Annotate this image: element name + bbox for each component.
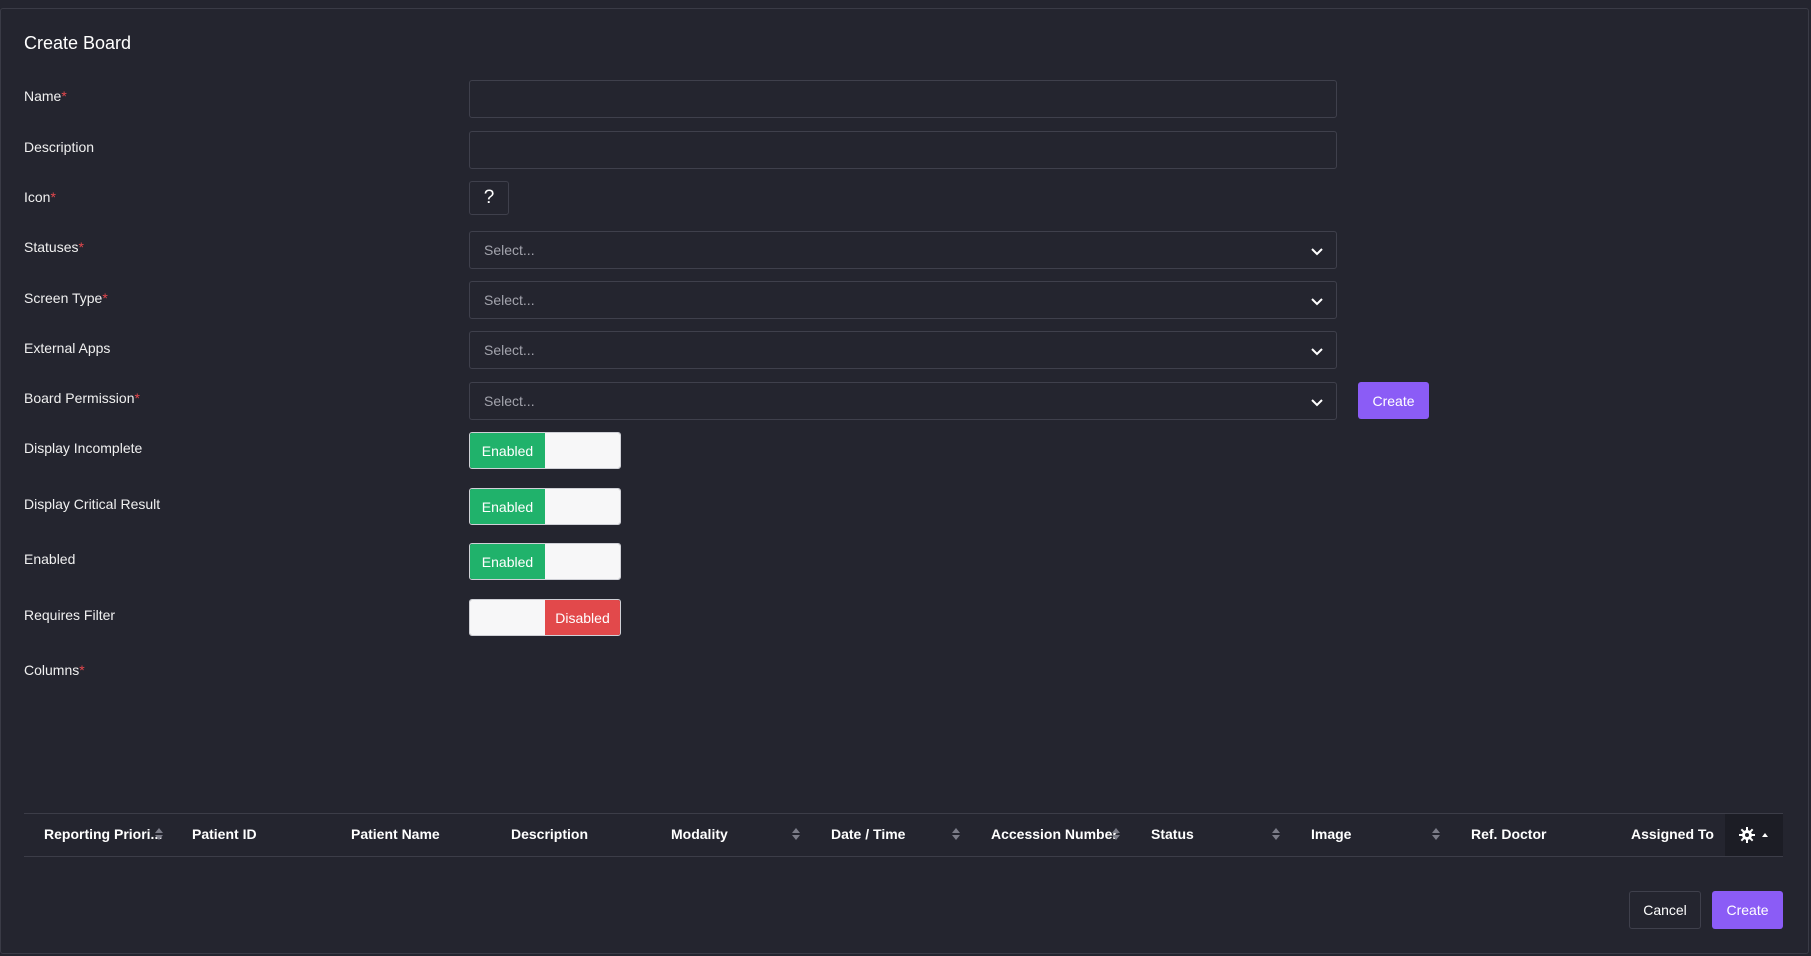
column-header[interactable]: Accession Number <box>991 826 1118 842</box>
board-permission-select[interactable]: Select... <box>469 382 1337 420</box>
toggle-state: Enabled <box>470 489 545 524</box>
cancel-button[interactable]: Cancel <box>1629 891 1701 929</box>
column-header[interactable]: Reporting Priori... <box>44 826 162 842</box>
screen-type-placeholder: Select... <box>484 292 535 308</box>
caret-up-icon <box>1762 833 1768 837</box>
column-header[interactable]: Patient ID <box>192 826 257 842</box>
requires-filter-toggle[interactable]: Disabled <box>469 599 621 636</box>
columns-label: Columns* <box>24 662 85 678</box>
toggle-knob <box>545 489 620 524</box>
screen-type-label: Screen Type* <box>24 290 108 306</box>
sort-icon[interactable] <box>1271 827 1281 841</box>
name-label: Name* <box>24 88 67 104</box>
chevron-down-icon <box>1311 298 1323 306</box>
sort-icon[interactable] <box>154 827 164 841</box>
display-incomplete-label: Display Incomplete <box>24 440 143 456</box>
chevron-down-icon <box>1311 348 1323 356</box>
column-header[interactable]: Ref. Doctor <box>1471 826 1546 842</box>
screen-type-select[interactable]: Select... <box>469 281 1337 319</box>
display-critical-result-toggle[interactable]: Enabled <box>469 488 621 525</box>
sort-icon[interactable] <box>951 827 961 841</box>
chevron-down-icon <box>1311 248 1323 256</box>
statuses-select[interactable]: Select... <box>469 231 1337 269</box>
column-header[interactable]: Patient Name <box>351 826 440 842</box>
create-button[interactable]: Create <box>1712 891 1783 929</box>
external-apps-label: External Apps <box>24 340 111 356</box>
column-header[interactable]: Date / Time <box>831 826 905 842</box>
chevron-down-icon <box>1311 399 1323 407</box>
name-input[interactable] <box>469 80 1337 118</box>
column-header[interactable]: Modality <box>671 826 728 842</box>
column-header[interactable]: Assigned To <box>1631 826 1714 842</box>
toggle-state: Enabled <box>470 433 545 468</box>
question-icon: ? <box>483 187 495 208</box>
description-input[interactable] <box>469 131 1337 169</box>
gear-icon <box>1739 827 1755 843</box>
toggle-state: Disabled <box>545 600 620 635</box>
icon-picker-button[interactable]: ? <box>469 181 509 215</box>
column-header[interactable]: Image <box>1311 826 1351 842</box>
sort-icon[interactable] <box>1431 827 1441 841</box>
icon-label: Icon* <box>24 189 56 205</box>
enabled-toggle[interactable]: Enabled <box>469 543 621 580</box>
display-critical-result-label: Display Critical Result <box>24 496 161 512</box>
toggle-knob <box>545 544 620 579</box>
toggle-state: Enabled <box>470 544 545 579</box>
description-label: Description <box>24 139 95 155</box>
column-header[interactable]: Description <box>511 826 588 842</box>
sort-icon[interactable] <box>791 827 801 841</box>
external-apps-select[interactable]: Select... <box>469 331 1337 369</box>
toggle-knob <box>470 600 545 635</box>
external-apps-placeholder: Select... <box>484 342 535 358</box>
dialog-title: Create Board <box>24 33 132 53</box>
columns-table-header: Reporting Priori... Patient ID Patient N… <box>24 813 1783 857</box>
board-permission-label: Board Permission* <box>24 390 140 406</box>
column-settings-button[interactable] <box>1725 814 1783 856</box>
statuses-placeholder: Select... <box>484 242 535 258</box>
sort-icon[interactable] <box>1111 827 1121 841</box>
display-incomplete-toggle[interactable]: Enabled <box>469 432 621 469</box>
enabled-label: Enabled <box>24 551 76 567</box>
column-header[interactable]: Status <box>1151 826 1194 842</box>
statuses-label: Statuses* <box>24 239 84 255</box>
requires-filter-label: Requires Filter <box>24 607 116 623</box>
create-permission-button[interactable]: Create <box>1358 382 1429 419</box>
board-permission-placeholder: Select... <box>484 393 535 409</box>
toggle-knob <box>545 433 620 468</box>
